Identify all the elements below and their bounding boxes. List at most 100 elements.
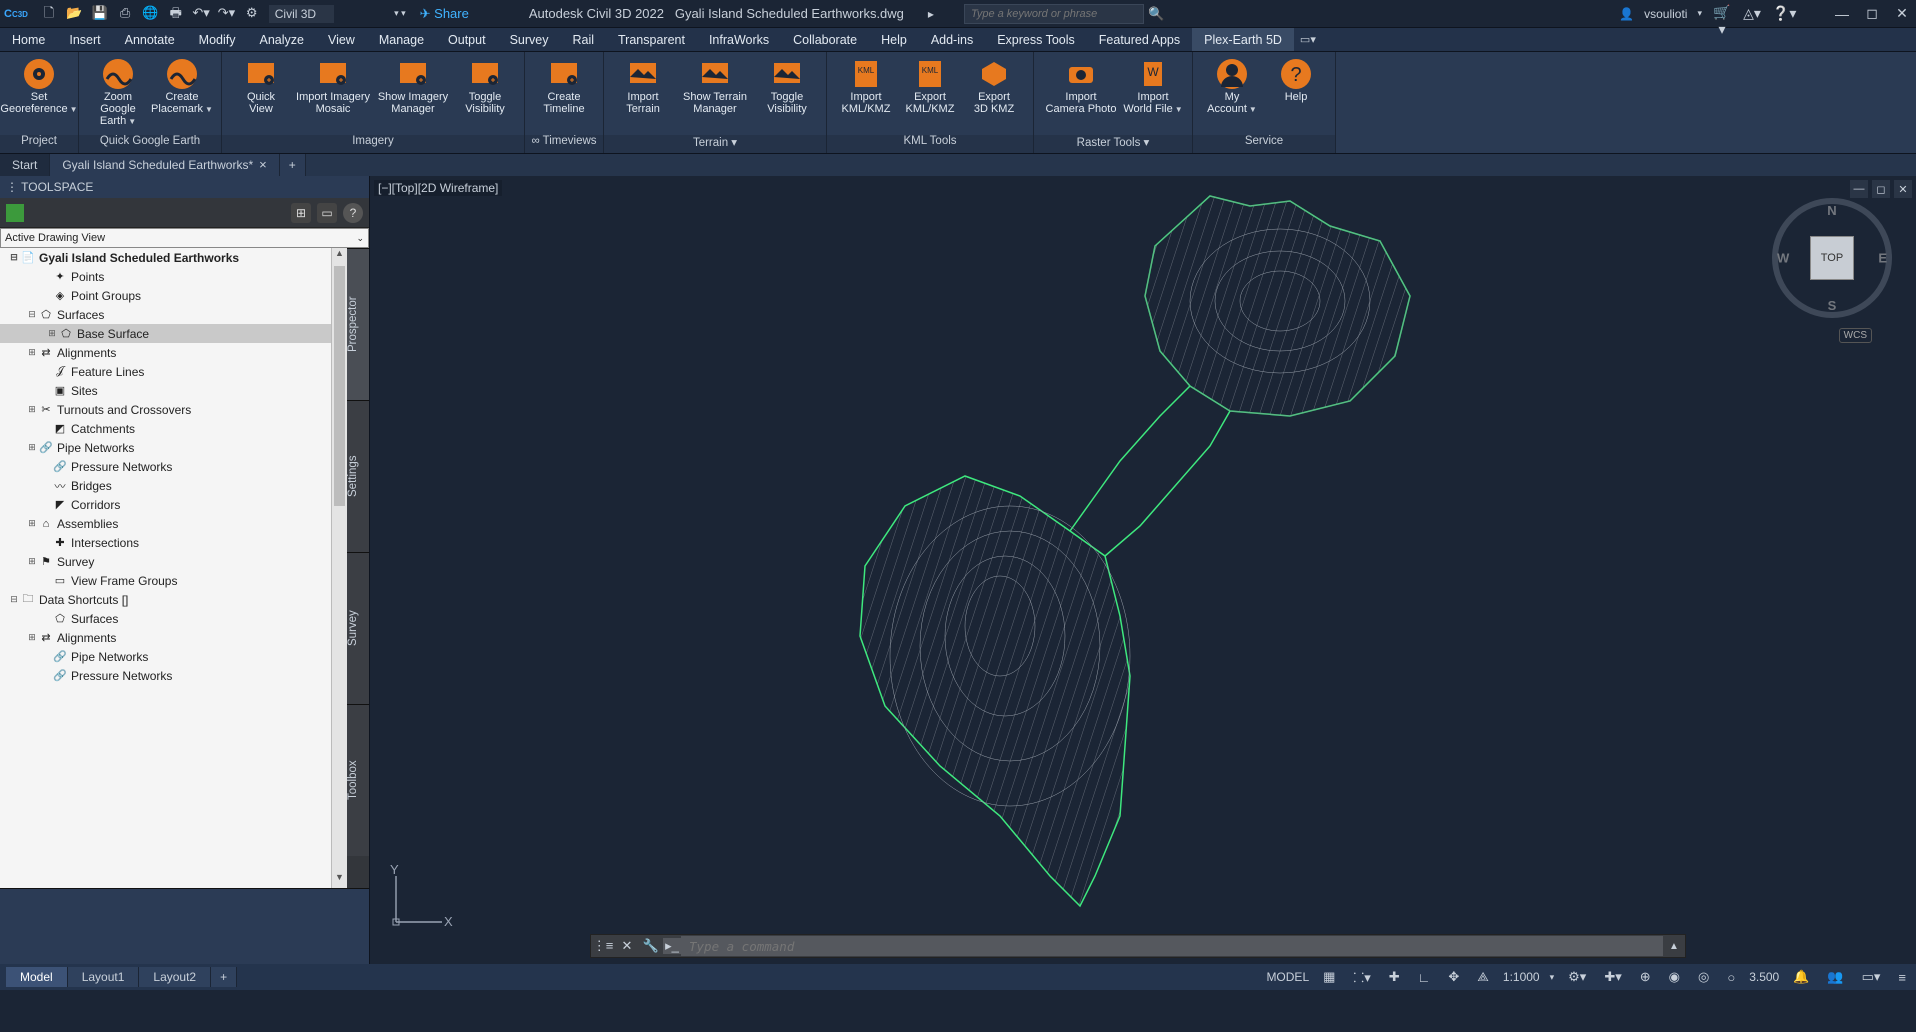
- ribbon-tab-rail[interactable]: Rail: [560, 28, 606, 51]
- ribbon-export-kml-kmz[interactable]: KMLExportKML/KMZ: [899, 59, 961, 115]
- tree-twisty-icon[interactable]: ⊟: [8, 252, 20, 263]
- cmd-custom-icon[interactable]: 🔧: [639, 938, 663, 954]
- cart-icon[interactable]: 🛒▾: [1712, 4, 1732, 24]
- grid-icon[interactable]: ▦: [1319, 969, 1339, 985]
- people-icon[interactable]: 👥: [1823, 969, 1847, 985]
- status-plus2-icon[interactable]: ✚▾: [1600, 969, 1625, 985]
- status-dot3-icon[interactable]: ○: [1723, 970, 1739, 985]
- drawing-tab[interactable]: Start: [0, 154, 50, 176]
- gear-status-icon[interactable]: ⚙▾: [1564, 969, 1590, 985]
- side-tab-survey[interactable]: Survey: [347, 552, 369, 704]
- undo-icon[interactable]: ↶▾: [190, 2, 212, 24]
- tree-item[interactable]: ◤Corridors: [0, 495, 347, 514]
- search-icon[interactable]: 🔍: [1148, 6, 1164, 22]
- ribbon-export-3d-kmz[interactable]: Export3D KMZ: [963, 59, 1025, 115]
- ribbon-tab-infraworks[interactable]: InfraWorks: [697, 28, 781, 51]
- view-cube[interactable]: NSEW TOP: [1772, 198, 1892, 318]
- tree-item[interactable]: 𝒥Feature Lines: [0, 362, 347, 381]
- layout-tab-layout1[interactable]: Layout1: [68, 967, 140, 987]
- ribbon-ext-icon[interactable]: ▭▾: [1300, 28, 1316, 51]
- status-menu-icon[interactable]: ≡: [1894, 970, 1910, 985]
- gear-icon[interactable]: ⚙: [241, 2, 263, 24]
- toolspace-help-icon[interactable]: ?: [343, 203, 363, 223]
- command-input[interactable]: [681, 936, 1663, 956]
- ribbon-toggle-visibility[interactable]: ToggleVisibility: [454, 59, 516, 115]
- ribbon-import-world-file[interactable]: WImportWorld File▼: [1122, 59, 1184, 116]
- ribbon-quick-view[interactable]: QuickView: [230, 59, 292, 115]
- tree-item[interactable]: ⊟📄Gyali Island Scheduled Earthworks: [0, 248, 347, 267]
- tree-twisty-icon[interactable]: ⊞: [26, 518, 38, 529]
- ribbon-tab-view[interactable]: View: [316, 28, 367, 51]
- vp-restore-icon[interactable]: ◻: [1872, 180, 1890, 198]
- status-scale[interactable]: 1:1000: [1503, 970, 1540, 984]
- status-mode[interactable]: MODEL: [1266, 970, 1309, 984]
- redo-icon[interactable]: ↷▾: [215, 2, 237, 24]
- layout-tab-layout2[interactable]: Layout2: [139, 967, 211, 987]
- ribbon-import-kml-kmz[interactable]: KMLImportKML/KMZ: [835, 59, 897, 115]
- save-icon[interactable]: 💾: [89, 2, 111, 24]
- tree-item[interactable]: ⊞⇄Alignments: [0, 628, 347, 647]
- side-tab-prospector[interactable]: Prospector: [347, 248, 369, 400]
- scroll-down-icon[interactable]: ▼: [332, 872, 347, 888]
- ribbon-tab-survey[interactable]: Survey: [498, 28, 561, 51]
- print-icon[interactable]: 🖶: [165, 4, 187, 26]
- saveas-icon[interactable]: ⎙: [114, 2, 136, 24]
- share-button[interactable]: ✈ Share: [420, 6, 469, 22]
- close-icon[interactable]: ×: [259, 154, 267, 176]
- new-icon[interactable]: 🗋: [38, 4, 60, 26]
- tree-item[interactable]: 🔗Pipe Networks: [0, 647, 347, 666]
- drawing-tab[interactable]: Gyali Island Scheduled Earthworks*×: [50, 154, 279, 176]
- status-box-icon[interactable]: ▭▾: [1858, 969, 1885, 985]
- maximize-button[interactable]: ◻: [1862, 4, 1882, 24]
- ribbon-tab-collaborate[interactable]: Collaborate: [781, 28, 869, 51]
- status-dot1-icon[interactable]: ◉: [1665, 969, 1684, 985]
- ribbon-toggle-visibility[interactable]: ToggleVisibility: [756, 59, 818, 115]
- wcs-badge[interactable]: WCS: [1839, 328, 1872, 343]
- drawing-viewport[interactable]: [−][Top][2D Wireframe] — ◻ ✕ NSEW TOP WC…: [370, 176, 1916, 964]
- toolspace-btn1-icon[interactable]: ⊞: [291, 203, 311, 223]
- tree-item[interactable]: ⊞⬠Base Surface: [0, 324, 347, 343]
- ribbon-create-placemark[interactable]: CreatePlacemark▼: [151, 59, 213, 116]
- vp-minimize-icon[interactable]: —: [1850, 180, 1868, 198]
- tree-item[interactable]: ✦Points: [0, 267, 347, 286]
- ortho-icon[interactable]: ∟: [1414, 970, 1435, 985]
- tree-item[interactable]: ◩Catchments: [0, 419, 347, 438]
- scroll-up-icon[interactable]: ▲: [332, 248, 347, 264]
- minimize-button[interactable]: —: [1832, 4, 1852, 24]
- side-tab-toolbox[interactable]: Toolbox: [347, 704, 369, 856]
- tree-twisty-icon[interactable]: ⊞: [26, 404, 38, 415]
- tree-item[interactable]: ◈Point Groups: [0, 286, 347, 305]
- tree-twisty-icon[interactable]: ⊟: [26, 309, 38, 320]
- view-cube-top[interactable]: TOP: [1810, 236, 1854, 280]
- help-search-input[interactable]: [964, 4, 1144, 24]
- new-drawing-tab[interactable]: +: [280, 154, 306, 176]
- ribbon-show-imagery-manager[interactable]: Show ImageryManager: [374, 59, 452, 115]
- ribbon-zoom-google-earth[interactable]: ZoomGoogle Earth▼: [87, 59, 149, 128]
- tree-item[interactable]: ✚Intersections: [0, 533, 347, 552]
- prospector-tree[interactable]: ⊟📄Gyali Island Scheduled Earthworks✦Poin…: [0, 248, 347, 888]
- close-button[interactable]: ✕: [1892, 4, 1912, 24]
- view-dropdown[interactable]: Active Drawing View⌄: [0, 228, 369, 248]
- cursor-icon[interactable]: ✥: [1444, 969, 1463, 985]
- web-icon[interactable]: 🌐: [139, 2, 161, 24]
- status-number[interactable]: 3.500: [1749, 970, 1779, 984]
- cmd-history-icon[interactable]: ▲: [1663, 941, 1685, 952]
- scroll-thumb[interactable]: [334, 266, 345, 506]
- toolspace-green-icon[interactable]: [6, 204, 24, 222]
- tree-twisty-icon[interactable]: ⊞: [26, 442, 38, 453]
- ribbon-tab-insert[interactable]: Insert: [57, 28, 112, 51]
- ribbon-tab-express-tools[interactable]: Express Tools: [985, 28, 1087, 51]
- cmd-menu-icon[interactable]: ⋮≡: [591, 938, 615, 954]
- tree-item[interactable]: 🔗Pressure Networks: [0, 457, 347, 476]
- status-plus-icon[interactable]: ✚: [1385, 969, 1404, 985]
- tree-twisty-icon[interactable]: ⊞: [26, 632, 38, 643]
- layout-tab-model[interactable]: Model: [6, 967, 68, 987]
- ribbon-tab-home[interactable]: Home: [0, 28, 57, 51]
- tree-twisty-icon[interactable]: ⊞: [26, 556, 38, 567]
- tree-item[interactable]: ⊞✂Turnouts and Crossovers: [0, 400, 347, 419]
- tree-item[interactable]: ⊞⚑Survey: [0, 552, 347, 571]
- snap-icon[interactable]: ⸬▾: [1349, 968, 1374, 986]
- ribbon-import-camera-photo[interactable]: ImportCamera Photo: [1042, 59, 1120, 115]
- globe-icon[interactable]: ⊕: [1636, 969, 1655, 985]
- tree-item[interactable]: ⊞🔗Pipe Networks: [0, 438, 347, 457]
